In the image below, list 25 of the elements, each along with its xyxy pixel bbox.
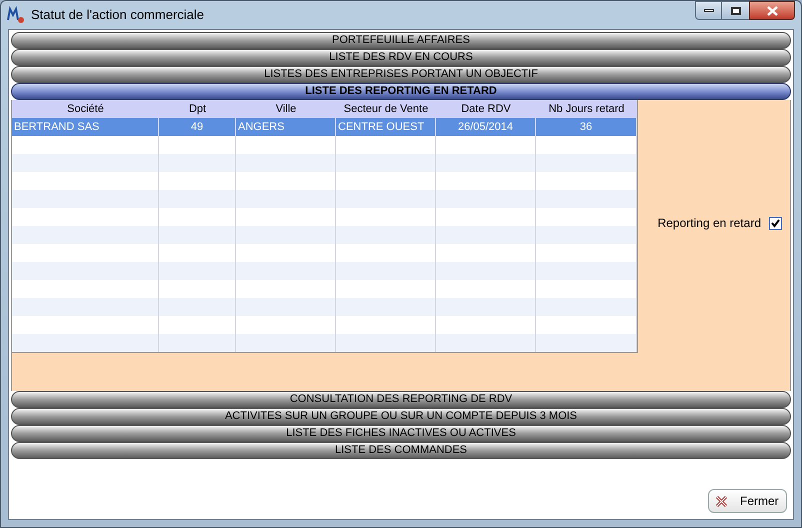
section-bar[interactable]: ACTIVITES SUR UN GROUPE OU SUR UN COMPTE DEPUIS 3 MOIS [11,408,791,425]
window-title: Statut de l'action commerciale [31,6,204,24]
section-bar[interactable]: CONSULTATION DES REPORTING DE RDV [11,391,791,408]
maximize-button[interactable] [722,1,749,20]
minimize-button[interactable] [695,1,722,20]
column-header[interactable]: Date RDV [436,100,536,118]
section-bar[interactable]: LISTE DES COMMANDES [11,442,791,459]
column-header[interactable]: Société [12,100,159,118]
close-icon [715,494,728,508]
close-button[interactable]: Fermer [708,489,787,513]
section-bar[interactable]: LISTE DES RDV EN COURS [11,49,791,66]
section-bar[interactable]: LISTES DES ENTREPRISES PORTANT UN OBJECTIF [11,66,791,83]
section-bar[interactable]: PORTEFEUILLE AFFAIRES [11,32,791,49]
column-header[interactable]: Nb Jours retard [536,100,637,118]
section-bar[interactable]: LISTE DES FICHES INACTIVES OU ACTIVES [11,425,791,442]
checkbox-label: Reporting en retard [658,216,761,231]
checkmark-icon [771,219,780,228]
close-button[interactable] [749,1,795,20]
column-header[interactable]: Secteur de Vente [336,100,436,118]
column-header[interactable]: Ville [236,100,336,118]
app-logo-icon [7,6,25,24]
section-bar[interactable]: LISTE DES REPORTING EN RETARD [11,83,791,100]
checkbox[interactable] [769,217,782,230]
close-icon [766,6,778,16]
column-header[interactable]: Dpt [159,100,236,118]
